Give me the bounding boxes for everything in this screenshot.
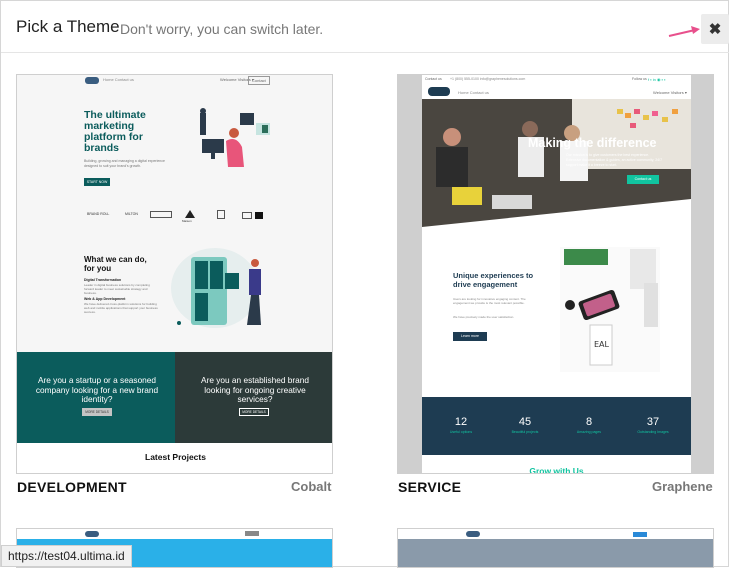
- graphene-section-button: Learn more: [453, 332, 487, 341]
- graphene-section-text-2: We have precisely made the user satisfac…: [453, 315, 515, 319]
- close-icon: ✖: [708, 21, 722, 38]
- theme-name-cobalt: Cobalt: [291, 479, 332, 494]
- graphene-top-mid: +1 (800) 555-0100 info@graphenesolutions…: [450, 77, 526, 81]
- cobalt-client-logo-4: Maison: [182, 219, 192, 223]
- dialog-title: Pick a Theme: [16, 17, 120, 36]
- row2-right-hero: [398, 539, 713, 567]
- cobalt-cta-left-button: MORE DETAILS: [82, 408, 112, 416]
- graphene-section-text: Users are looking for innovative engagin…: [453, 297, 526, 305]
- browser-status-url: https://test04.ultima.id: [1, 545, 132, 567]
- cobalt-cta-right-text: Are you an established brand looking for…: [201, 375, 309, 404]
- theme-picker-dialog: Pick a Theme Don't worry, you can switch…: [0, 0, 729, 568]
- theme-category-service: SERVICE: [398, 479, 462, 495]
- graphene-stat-2-label: Beautiful projects: [511, 430, 539, 434]
- cobalt-tree-logo-icon: [185, 210, 195, 218]
- theme-card-row2-right[interactable]: [397, 528, 714, 568]
- cobalt-hero-illustration: [200, 108, 270, 167]
- cobalt-client-logo-2: MILTON: [125, 212, 138, 216]
- close-button[interactable]: ✖: [701, 14, 729, 44]
- theme-card-graphene[interactable]: Contact us +1 (800) 555-0100 info@graphe…: [397, 74, 714, 474]
- cobalt-sub2-text: We have delivered cross-platform solutio…: [84, 302, 158, 314]
- graphene-nav-right: Welcome Visitors ▾: [653, 90, 687, 95]
- graphene-hero-title: Making the difference: [528, 136, 657, 150]
- row2-right-nav-button: [633, 532, 647, 537]
- graphene-stat-4-label: Outstanding Images: [637, 430, 669, 434]
- graphene-devices-illustration: EAL: [560, 247, 660, 372]
- cobalt-hero-title: The ultimate marketing platform for bran…: [84, 109, 146, 154]
- cobalt-nav-links: Home Contact us: [103, 77, 134, 82]
- graphene-stat-3-value: 8: [585, 416, 593, 428]
- pointer-arrow-icon: [668, 26, 700, 37]
- graphene-social-icons: f ▪ in ◉ ▪ ▪: [648, 77, 666, 82]
- svg-text:EAL: EAL: [594, 340, 610, 349]
- dialog-subtitle: Don't worry, you can switch later.: [120, 21, 324, 37]
- graphene-stat-2-value: 45: [518, 416, 532, 428]
- cobalt-hero-text: Building, growing and managing a digital…: [84, 159, 165, 168]
- row2-left-logo: [85, 531, 99, 537]
- graphene-stat-3-label: Amazing pages: [576, 430, 602, 434]
- graphene-stat-1-label: Useful options: [449, 430, 473, 434]
- cobalt-footer-title: Latest Projects: [145, 452, 206, 462]
- cobalt-sub1-text: Leader in digital business solutions by …: [84, 283, 150, 295]
- cobalt-puzzle-illustration: [171, 248, 261, 328]
- cobalt-section-title: What we can do, for you: [84, 255, 147, 273]
- cobalt-logo-row: BRAND ROLL MILTON Maison: [17, 202, 332, 232]
- graphene-top-left: Contact us: [425, 77, 442, 81]
- cobalt-logo: [85, 77, 99, 84]
- graphene-nav-links: Home Contact us: [458, 90, 489, 95]
- cobalt-client-logo-3: [150, 211, 172, 218]
- cobalt-client-logo-1: BRAND ROLL: [87, 212, 110, 216]
- dialog-header: Pick a Theme Don't worry, you can switch…: [1, 1, 729, 53]
- graphene-footer-title: Grow with Us: [529, 466, 584, 474]
- graphene-section-title: Unique experiences to drive engagement: [453, 271, 534, 289]
- cobalt-client-logo-7: [255, 212, 263, 219]
- graphene-top-right: Follow us: [632, 77, 647, 81]
- cobalt-hero-button: START NOW: [84, 178, 110, 186]
- theme-category-development: DEVELOPMENT: [17, 479, 127, 495]
- theme-card-cobalt[interactable]: Home Contact us Welcome Visitors ▾ Conta…: [16, 74, 333, 474]
- row2-right-logo: [466, 531, 480, 537]
- cobalt-cta-left-text: Are you a startup or a seasoned company …: [35, 375, 159, 404]
- graphene-logo: [428, 87, 450, 96]
- graphene-stat-1-value: 12: [454, 416, 468, 428]
- cobalt-nav-button: Contact: [248, 76, 270, 85]
- cobalt-cta-right-button: MORE DETAILS: [239, 408, 269, 416]
- cobalt-sub1-title: Digital Transformation: [84, 278, 122, 282]
- theme-name-graphene: Graphene: [652, 479, 713, 494]
- cobalt-client-logo-6: [242, 212, 252, 219]
- row2-left-nav-button: [245, 531, 259, 536]
- graphene-stat-4-value: 37: [646, 416, 660, 428]
- graphene-hero-button: Contact us: [627, 175, 659, 184]
- cobalt-sub2-title: Web & App Development: [84, 297, 126, 301]
- cobalt-client-logo-5: [217, 210, 225, 219]
- graphene-hero-text: Our mission is to give customers the bes…: [566, 153, 663, 167]
